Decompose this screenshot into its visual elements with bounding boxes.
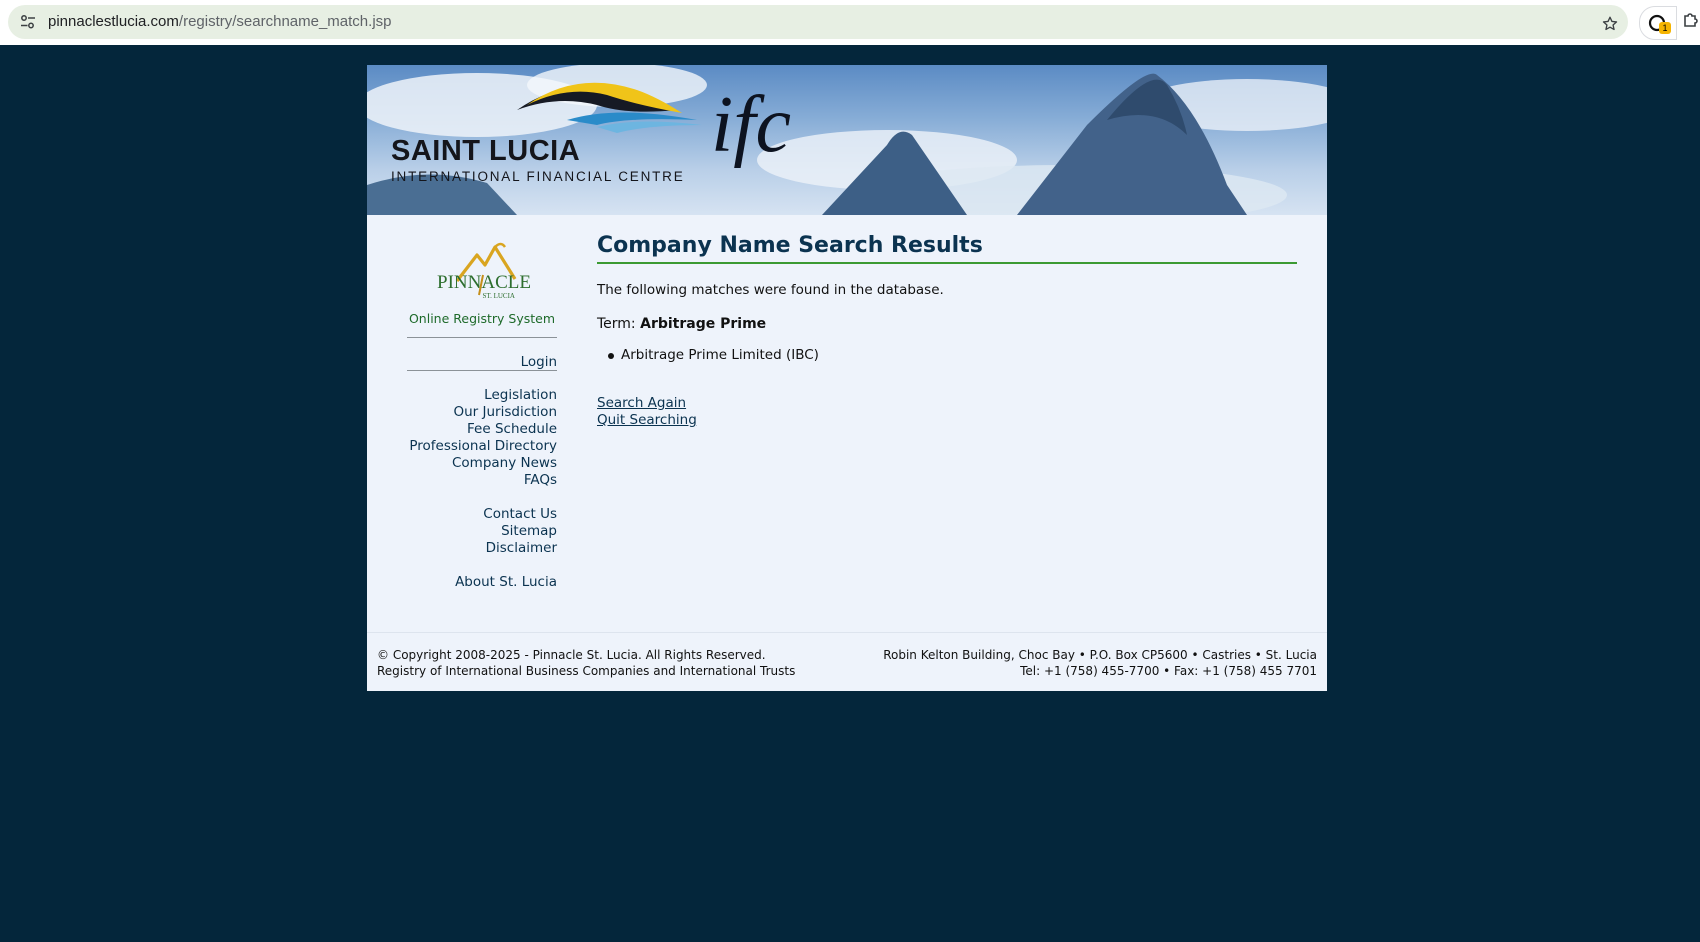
- term-value: Arbitrage Prime: [640, 316, 767, 332]
- copyright-text: © Copyright 2008-2025 - Pinnacle St. Luc…: [377, 648, 766, 662]
- url-text[interactable]: pinnaclestlucia.com/registry/searchname_…: [48, 13, 392, 30]
- extension-badge: 1: [1659, 22, 1671, 34]
- page-title: Company Name Search Results: [597, 233, 983, 258]
- sidebar-divider: [407, 370, 557, 371]
- header-banner: SAINT LUCIA INTERNATIONAL FINANCIAL CENT…: [367, 65, 1327, 215]
- nav-disclaimer[interactable]: Disclaimer: [486, 540, 557, 556]
- quit-searching-link[interactable]: Quit Searching: [597, 412, 697, 428]
- address-bar[interactable]: pinnaclestlucia.com/registry/searchname_…: [8, 5, 1628, 39]
- footer-left: © Copyright 2008-2025 - Pinnacle St. Luc…: [377, 647, 795, 679]
- intro-text: The following matches were found in the …: [597, 282, 944, 298]
- registry-system-title: Online Registry System: [408, 311, 556, 326]
- registry-description: Registry of International Business Compa…: [377, 664, 796, 678]
- ifc-logo-mark: ifc: [711, 81, 791, 169]
- bookmark-star-icon[interactable]: [1601, 15, 1619, 33]
- result-list-item: Arbitrage Prime Limited (IBC): [608, 347, 819, 363]
- phone-fax-text: Tel: +1 (758) 455-7700 • Fax: +1 (758) 4…: [1020, 664, 1317, 678]
- search-again-link[interactable]: Search Again: [597, 395, 686, 411]
- title-underline: [597, 262, 1297, 264]
- sidebar-divider: [407, 337, 557, 338]
- nav-company-news[interactable]: Company News: [452, 455, 557, 471]
- search-term: Term: Arbitrage Prime: [597, 316, 766, 332]
- nav-our-jurisdiction[interactable]: Our Jurisdiction: [454, 404, 558, 420]
- pinnacle-logo[interactable]: PINNACLE ST. LUCIA: [429, 233, 539, 303]
- browser-toolbar: pinnaclestlucia.com/registry/searchname_…: [0, 0, 1700, 45]
- login-link[interactable]: Login: [521, 354, 557, 370]
- site-settings-icon[interactable]: [20, 14, 36, 30]
- bullet-icon: [608, 353, 614, 359]
- nav-faqs[interactable]: FAQs: [524, 472, 557, 488]
- brand-name: SAINT LUCIA: [391, 135, 581, 167]
- nav-legislation[interactable]: Legislation: [484, 387, 557, 403]
- nav-professional-directory[interactable]: Professional Directory: [409, 438, 557, 454]
- puzzle-icon[interactable]: [1682, 11, 1700, 29]
- result-company-name: Arbitrage Prime Limited (IBC): [621, 347, 819, 363]
- nav-contact-us[interactable]: Contact Us: [483, 506, 557, 522]
- url-path: /registry/searchname_match.jsp: [178, 13, 392, 30]
- footer: © Copyright 2008-2025 - Pinnacle St. Luc…: [367, 632, 1327, 691]
- page-container: SAINT LUCIA INTERNATIONAL FINANCIAL CENT…: [367, 65, 1327, 691]
- address-text: Robin Kelton Building, Choc Bay • P.O. B…: [883, 648, 1317, 662]
- pinnacle-logo-text: PINNACLE: [437, 272, 531, 293]
- extension-button[interactable]: 1: [1639, 6, 1677, 40]
- nav-sitemap[interactable]: Sitemap: [501, 523, 557, 539]
- nav-about-st-lucia[interactable]: About St. Lucia: [455, 574, 557, 590]
- pinnacle-logo-subtext: ST. LUCIA: [482, 292, 515, 300]
- nav-fee-schedule[interactable]: Fee Schedule: [467, 421, 557, 437]
- brand-subtitle: INTERNATIONAL FINANCIAL CENTRE: [391, 169, 685, 184]
- footer-right: Robin Kelton Building, Choc Bay • P.O. B…: [883, 647, 1317, 679]
- term-label: Term:: [597, 316, 636, 332]
- url-host: pinnaclestlucia.com: [48, 13, 179, 30]
